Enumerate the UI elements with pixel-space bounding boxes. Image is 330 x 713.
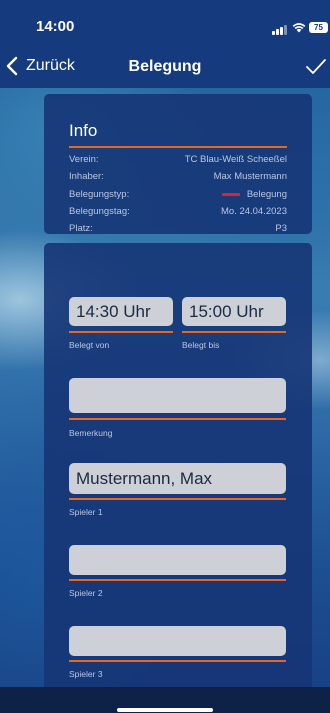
info-row-belegungstag: Belegungstag: Mo. 24.04.2023 (69, 205, 287, 217)
info-value: Belegung (246, 188, 287, 200)
spieler-2-underline (69, 579, 286, 581)
battery-icon: 75 (309, 22, 328, 33)
belegt-von-label: Belegt von (69, 340, 110, 350)
info-row-inhaber: Inhaber: Max Mustermann (69, 170, 287, 182)
bemerkung-input[interactable] (69, 378, 286, 413)
belegt-bis-label: Belegt bis (182, 340, 220, 350)
navigation-bar: Zurück Belegung (0, 46, 330, 88)
page-title: Belegung (128, 58, 202, 75)
bemerkung-label: Bemerkung (69, 428, 113, 438)
spieler-3-underline (69, 660, 286, 662)
spieler-1-underline (69, 498, 286, 500)
info-label: Verein: (69, 153, 99, 165)
info-label: Platz: (69, 222, 93, 234)
belegt-von-input[interactable]: 14:30 Uhr (69, 297, 173, 326)
signal-icon (272, 25, 288, 35)
spieler-1-label: Spieler 1 (69, 507, 103, 517)
status-bar: 14:00 75 (0, 0, 330, 46)
spieler-3-input[interactable] (69, 626, 286, 656)
info-row-platz: Platz: P3 (69, 222, 287, 234)
spieler-2-input[interactable] (69, 545, 286, 575)
bemerkung-underline (69, 418, 286, 420)
belegt-von-underline (69, 331, 173, 333)
info-divider (69, 146, 287, 148)
status-time: 14:00 (36, 18, 75, 35)
belegung-type-color-swatch (221, 192, 240, 196)
checkmark-icon[interactable] (305, 58, 327, 76)
spieler-3-label: Spieler 3 (69, 669, 103, 679)
info-title: Info (69, 121, 98, 140)
spieler-2-label: Spieler 2 (69, 588, 103, 598)
spieler-1-input[interactable]: Mustermann, Max (69, 463, 286, 494)
wifi-icon (292, 23, 306, 33)
belegt-bis-underline (182, 331, 286, 333)
belegt-bis-input[interactable]: 15:00 Uhr (182, 297, 286, 326)
info-value: Mo. 24.04.2023 (220, 205, 287, 217)
info-row-belegungstyp: Belegungstyp: Belegung (69, 188, 287, 200)
info-label: Belegungstag: (69, 205, 130, 217)
info-value-type: Belegung (221, 188, 287, 200)
home-indicator[interactable] (117, 708, 213, 712)
info-card: Info Verein: TC Blau-Weiß Scheeßel Inhab… (44, 94, 312, 234)
info-value: P3 (275, 222, 287, 234)
booking-form-card: 14:30 Uhr Belegt von 15:00 Uhr Belegt bi… (44, 243, 312, 693)
info-value: Max Mustermann (213, 170, 287, 182)
info-label: Inhaber: (69, 170, 104, 182)
info-label: Belegungstyp: (69, 188, 130, 200)
info-value: TC Blau-Weiß Scheeßel (184, 153, 287, 165)
info-row-verein: Verein: TC Blau-Weiß Scheeßel (69, 153, 287, 165)
